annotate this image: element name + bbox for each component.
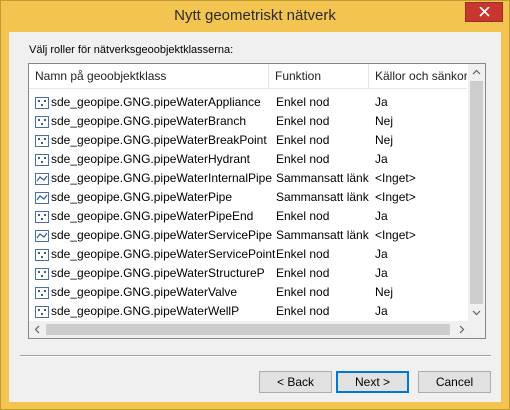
feature-class-name: sde_geopipe.GNG.pipeWaterStructureP xyxy=(51,266,265,280)
feature-class-name: sde_geopipe.GNG.pipeWaterInternalPipe xyxy=(51,171,273,185)
list-header: Namn på geoobjektklass Funktion Källor o… xyxy=(29,64,467,89)
feature-class-name: sde_geopipe.GNG.pipeWaterBreakPoint xyxy=(51,133,267,147)
scroll-down-icon[interactable] xyxy=(468,304,485,321)
feature-class-name: sde_geopipe.GNG.pipeWaterServicePipe xyxy=(51,228,273,242)
table-row[interactable]: sde_geopipe.GNG.pipeWaterBreakPoint Enkel… xyxy=(29,131,467,150)
feature-class-function[interactable]: Enkel nod xyxy=(276,112,376,131)
instruction-label: Välj roller för nätverksgeoobjektklasser… xyxy=(29,44,234,56)
feature-class-name: sde_geopipe.GNG.pipeWaterBranch xyxy=(51,114,246,128)
feature-class-sources[interactable]: Ja xyxy=(375,150,467,169)
back-button[interactable]: < Back xyxy=(259,371,332,393)
feature-class-name: sde_geopipe.GNG.pipeWaterAppliance xyxy=(51,95,261,109)
table-row[interactable]: sde_geopipe.GNG.pipeWaterWellP Enkel nod J… xyxy=(29,302,467,321)
close-icon xyxy=(479,7,490,17)
vertical-scroll-thumb[interactable] xyxy=(470,81,483,304)
cancel-button[interactable]: Cancel xyxy=(418,371,491,393)
table-row[interactable]: sde_geopipe.GNG.pipeWaterBranch Enkel nod… xyxy=(29,112,467,131)
feature-class-sources[interactable]: Ja xyxy=(375,264,467,283)
line-feature-icon xyxy=(35,172,49,185)
feature-class-sources[interactable]: <Inget> xyxy=(375,226,467,245)
feature-class-sources[interactable]: Ja xyxy=(375,245,467,264)
feature-class-sources[interactable]: <Inget> xyxy=(375,169,467,188)
feature-class-function[interactable]: Enkel nod xyxy=(276,264,376,283)
title-bar[interactable]: Nytt geometriskt nätverk xyxy=(1,1,509,31)
feature-class-function[interactable]: Enkel nod xyxy=(276,150,376,169)
line-feature-icon xyxy=(35,191,49,204)
column-header-function[interactable]: Funktion xyxy=(269,64,369,88)
point-feature-icon xyxy=(35,305,49,318)
table-row[interactable]: sde_geopipe.GNG.pipeWaterInternalPipe Sam… xyxy=(29,169,467,188)
scrollbar-corner xyxy=(468,321,485,338)
table-row[interactable]: sde_geopipe.GNG.pipeWaterPipe Sammansatt … xyxy=(29,188,467,207)
table-row[interactable]: sde_geopipe.GNG.pipeWaterValve Enkel nod N… xyxy=(29,283,467,302)
feature-class-name: sde_geopipe.GNG.pipeWaterValve xyxy=(51,285,238,299)
line-feature-icon xyxy=(35,229,49,242)
vertical-scrollbar[interactable] xyxy=(468,64,485,321)
feature-class-function[interactable]: Sammansatt länk xyxy=(276,188,376,207)
column-header-sources[interactable]: Källor och sänkor xyxy=(369,64,467,88)
dialog-window: Nytt geometriskt nätverk Välj roller för… xyxy=(0,0,510,410)
feature-class-sources[interactable]: Nej xyxy=(375,283,467,302)
feature-class-function[interactable]: Sammansatt länk xyxy=(276,226,376,245)
table-row[interactable]: sde_geopipe.GNG.pipeWaterServicePoint Enk… xyxy=(29,245,467,264)
point-feature-icon xyxy=(35,210,49,223)
horizontal-scrollbar[interactable] xyxy=(29,321,470,338)
feature-class-function[interactable]: Enkel nod xyxy=(276,93,376,112)
point-feature-icon xyxy=(35,286,49,299)
feature-class-function[interactable]: Enkel nod xyxy=(276,131,376,150)
separator xyxy=(20,355,491,357)
feature-class-name: sde_geopipe.GNG.pipeWaterPipeEnd xyxy=(51,209,254,223)
feature-class-function[interactable]: Sammansatt länk xyxy=(276,169,376,188)
feature-class-name: sde_geopipe.GNG.pipeWaterHydrant xyxy=(51,152,250,166)
table-row[interactable]: sde_geopipe.GNG.pipeWaterServicePipe Samm… xyxy=(29,226,467,245)
feature-class-sources[interactable]: Nej xyxy=(375,131,467,150)
table-row[interactable]: sde_geopipe.GNG.pipeWaterStructureP Enkel… xyxy=(29,264,467,283)
table-row[interactable]: sde_geopipe.GNG.pipeWaterPipeEnd Enkel no… xyxy=(29,207,467,226)
point-feature-icon xyxy=(35,248,49,261)
feature-class-sources[interactable]: Ja xyxy=(375,207,467,226)
feature-class-function[interactable]: Enkel nod xyxy=(276,207,376,226)
scroll-up-icon[interactable] xyxy=(468,64,485,81)
feature-class-function[interactable]: Enkel nod xyxy=(276,245,376,264)
scroll-left-icon[interactable] xyxy=(29,321,46,338)
feature-class-function[interactable]: Enkel nod xyxy=(276,283,376,302)
table-row[interactable]: sde_geopipe.GNG.pipeWaterHydrant Enkel no… xyxy=(29,150,467,169)
feature-class-name: sde_geopipe.GNG.pipeWaterWellP xyxy=(51,304,240,318)
feature-class-name: sde_geopipe.GNG.pipeWaterServicePoint xyxy=(51,247,276,261)
point-feature-icon xyxy=(35,96,49,109)
feature-class-list[interactable]: Namn på geoobjektklass Funktion Källor o… xyxy=(28,63,486,339)
feature-class-sources[interactable]: <Inget> xyxy=(375,188,467,207)
feature-class-sources[interactable]: Ja xyxy=(375,302,467,321)
feature-class-function[interactable]: Enkel nod xyxy=(276,302,376,321)
dialog-body: Välj roller för nätverksgeoobjektklasser… xyxy=(9,32,501,402)
feature-class-name: sde_geopipe.GNG.pipeWaterPipe xyxy=(51,190,232,204)
feature-class-sources[interactable]: Ja xyxy=(375,93,467,112)
horizontal-scroll-thumb[interactable] xyxy=(46,324,450,335)
next-button[interactable]: Next > xyxy=(336,371,409,393)
point-feature-icon xyxy=(35,267,49,280)
window-title: Nytt geometriskt nätverk xyxy=(174,7,336,24)
column-header-name[interactable]: Namn på geoobjektklass xyxy=(29,64,269,88)
table-row[interactable]: sde_geopipe.GNG.pipeWaterAppliance Enkel … xyxy=(29,93,467,112)
point-feature-icon xyxy=(35,153,49,166)
close-button[interactable] xyxy=(465,2,503,22)
point-feature-icon xyxy=(35,134,49,147)
feature-class-sources[interactable]: Nej xyxy=(375,112,467,131)
point-feature-icon xyxy=(35,115,49,128)
